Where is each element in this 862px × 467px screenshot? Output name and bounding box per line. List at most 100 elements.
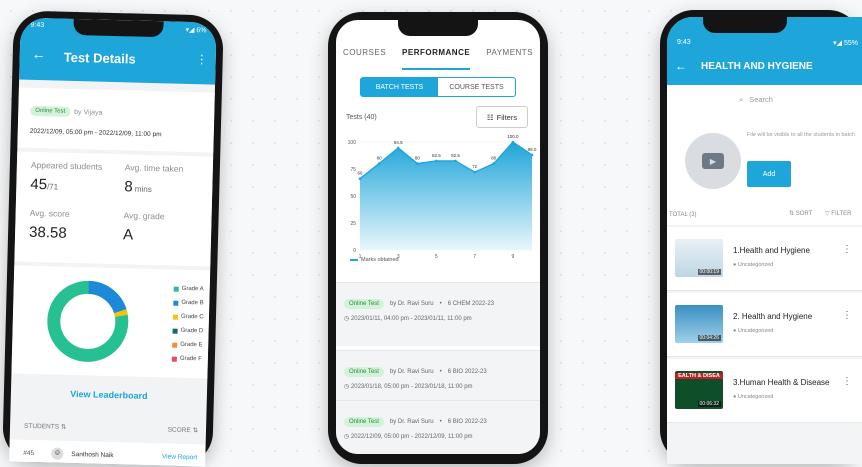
filter-button[interactable]: ▽ FILTER xyxy=(825,210,852,217)
tab-payments[interactable]: PAYMENTS xyxy=(486,48,533,70)
more-vertical-icon[interactable]: ⋮ xyxy=(842,244,852,255)
page-title: Test Details xyxy=(63,49,136,67)
legend-item: Grade A xyxy=(173,286,204,292)
filters-button[interactable]: ☷ Filters xyxy=(476,106,528,128)
marks-area-chart: 02550751001 3 5 7 9668094.58082.5 82.57280100… xyxy=(348,134,537,260)
legend-label: Grade C xyxy=(180,313,204,321)
chart-legend: Marks obtained xyxy=(350,257,399,263)
legend-item: Grade C xyxy=(172,313,204,321)
stat-label: Avg. grade xyxy=(123,210,165,222)
legend-item: Grade F xyxy=(171,355,202,363)
data-label: 100.0 xyxy=(507,134,519,139)
legend-swatch xyxy=(172,342,178,348)
filters-label: Filters xyxy=(496,112,518,122)
notch xyxy=(398,20,478,36)
phone-performance: S COURSES PERFORMANCE PAYMENTS S BATCH T… xyxy=(328,12,548,464)
more-vertical-icon[interactable]: ⋮ xyxy=(842,376,852,387)
test-type-badge: Online Test xyxy=(344,417,384,427)
play-icon: ▶ xyxy=(702,153,724,169)
view-report-link[interactable]: View Report xyxy=(162,453,197,461)
test-type-badge: Online Test xyxy=(344,367,384,377)
legend-label: Grade E xyxy=(180,341,203,349)
legend-swatch xyxy=(350,259,358,261)
back-arrow-icon[interactable]: ← xyxy=(675,59,687,73)
add-button[interactable]: Add xyxy=(747,161,791,187)
video-category: ● Uncategorized xyxy=(733,328,774,334)
phone-test-details: 9:43 ▾◢ 6% ← Test Details ⋮ Online Test … xyxy=(2,10,224,467)
tab-courses[interactable]: COURSES xyxy=(343,48,386,70)
y-tick-label: 25 xyxy=(350,221,356,227)
data-label: 82.5 xyxy=(451,153,460,158)
video-placeholder: ▶ xyxy=(685,133,741,189)
sort-button[interactable]: ⇅ SORT xyxy=(789,210,812,217)
stat-label: Appeared students xyxy=(30,159,103,172)
stat-label: Avg. time taken xyxy=(124,162,184,174)
back-arrow-icon[interactable]: ← xyxy=(32,46,46,62)
legend-label: Grade D xyxy=(180,327,204,335)
clock-icon: ◷ xyxy=(344,316,351,322)
batch-label: 6 CHEM 2022-23 xyxy=(447,301,495,307)
data-label: 80 xyxy=(415,156,421,161)
video-duration: 00:00:19 xyxy=(697,269,721,275)
legend-item: Grade B xyxy=(173,300,204,306)
grade-chart-card: Grade A Grade B Grade C Grade D Grade E Grade… xyxy=(11,265,211,379)
data-label: 88.0 xyxy=(528,147,537,152)
y-tick-label: 0 xyxy=(353,248,356,254)
author-label: by Vijaya xyxy=(74,108,103,117)
data-label: 72 xyxy=(472,164,478,169)
test-type-badge: Online Test xyxy=(30,105,71,117)
stat-label: Avg. score xyxy=(29,207,70,219)
test-date-range: 2022/12/09, 05:00 pm - 2022/12/09, 11:00… xyxy=(29,127,162,139)
legend-item: Grade E xyxy=(172,341,203,349)
status-icons: ▾◢ 6% xyxy=(185,26,207,35)
search-icon: ⌕ xyxy=(739,95,744,104)
legend-item: Grade D xyxy=(172,327,204,335)
data-point xyxy=(492,162,496,165)
filter-sliders-icon: ☷ xyxy=(486,112,494,122)
batch-tests-button[interactable]: BATCH TESTS xyxy=(361,78,438,96)
video-list-item[interactable]: 00:04:26 2. Health and Hygiene ● Uncateg… xyxy=(667,293,862,357)
video-title: 1.Health and Hygiene xyxy=(733,246,810,255)
test-type-toggle: BATCH TESTS COURSE TESTS xyxy=(360,77,516,97)
course-tests-button[interactable]: COURSE TESTS xyxy=(438,78,515,96)
tab-performance[interactable]: PERFORMANCE xyxy=(402,48,471,70)
search-field[interactable]: ⌕ Search xyxy=(739,95,773,105)
author-label: by Dr. Ravi Suru xyxy=(389,301,434,307)
data-label: 82.5 xyxy=(432,153,441,158)
status-time: 9:43 xyxy=(30,21,45,30)
video-category: ● Uncategorized xyxy=(733,394,774,400)
data-point xyxy=(416,162,419,165)
score-sort-header[interactable]: SCORE ⇅ xyxy=(168,425,199,434)
upload-panel: ⌕ Search ▶ File will be visible to all th… xyxy=(667,85,862,225)
legend-swatch xyxy=(172,328,178,334)
more-vertical-icon[interactable]: ⋮ xyxy=(842,310,852,321)
test-list-item[interactable]: Online Test by Dr. Ravi Suru • 6 BIO 2022-2… xyxy=(336,400,540,454)
stat-value: A xyxy=(122,226,134,244)
notch xyxy=(73,18,164,38)
students-sort-header[interactable]: STUDENTS ⇅ xyxy=(24,422,66,431)
more-vertical-icon[interactable]: ⋮ xyxy=(196,52,208,66)
video-thumbnail: 00:04:26 xyxy=(675,305,723,343)
y-tick-label: 50 xyxy=(350,194,356,200)
test-list-item[interactable]: Online Test by Dr. Ravi Suru • 6 CHEM 2022-… xyxy=(336,282,540,346)
video-list-item[interactable]: 00:00:19 1.Health and Hygiene ● Uncatego… xyxy=(667,227,862,291)
legend-swatch xyxy=(172,314,179,320)
video-list-item[interactable]: EALTH & DISEA 00:06:32 3.Human Health & … xyxy=(667,359,862,423)
dot-separator: • xyxy=(439,369,442,375)
legend-label: Grade F xyxy=(179,355,202,363)
video-thumbnail: EALTH & DISEA 00:06:32 xyxy=(675,371,723,409)
view-leaderboard-link[interactable]: View Leaderboard xyxy=(11,387,207,402)
test-type-badge: Online Test xyxy=(344,299,384,309)
batch-label: 6 BIO 2022-23 xyxy=(447,419,487,425)
stat-value: 8 mins xyxy=(124,178,152,196)
stat-value: 38.58 xyxy=(28,223,67,242)
video-duration: 00:06:32 xyxy=(697,401,721,407)
data-point xyxy=(530,153,534,157)
tests-count: Tests (40) xyxy=(346,114,377,121)
video-category: ● Uncategorized xyxy=(733,262,774,268)
video-title: 2. Health and Hygiene xyxy=(733,312,813,321)
test-date: 2022/12/09, 05:00 pm - 2022/12/09, 11:00… xyxy=(350,434,473,440)
status-icons: ▾◢ 55% xyxy=(833,40,858,47)
stat-value: 45/71 xyxy=(30,175,59,194)
dot-separator: • xyxy=(439,419,442,425)
